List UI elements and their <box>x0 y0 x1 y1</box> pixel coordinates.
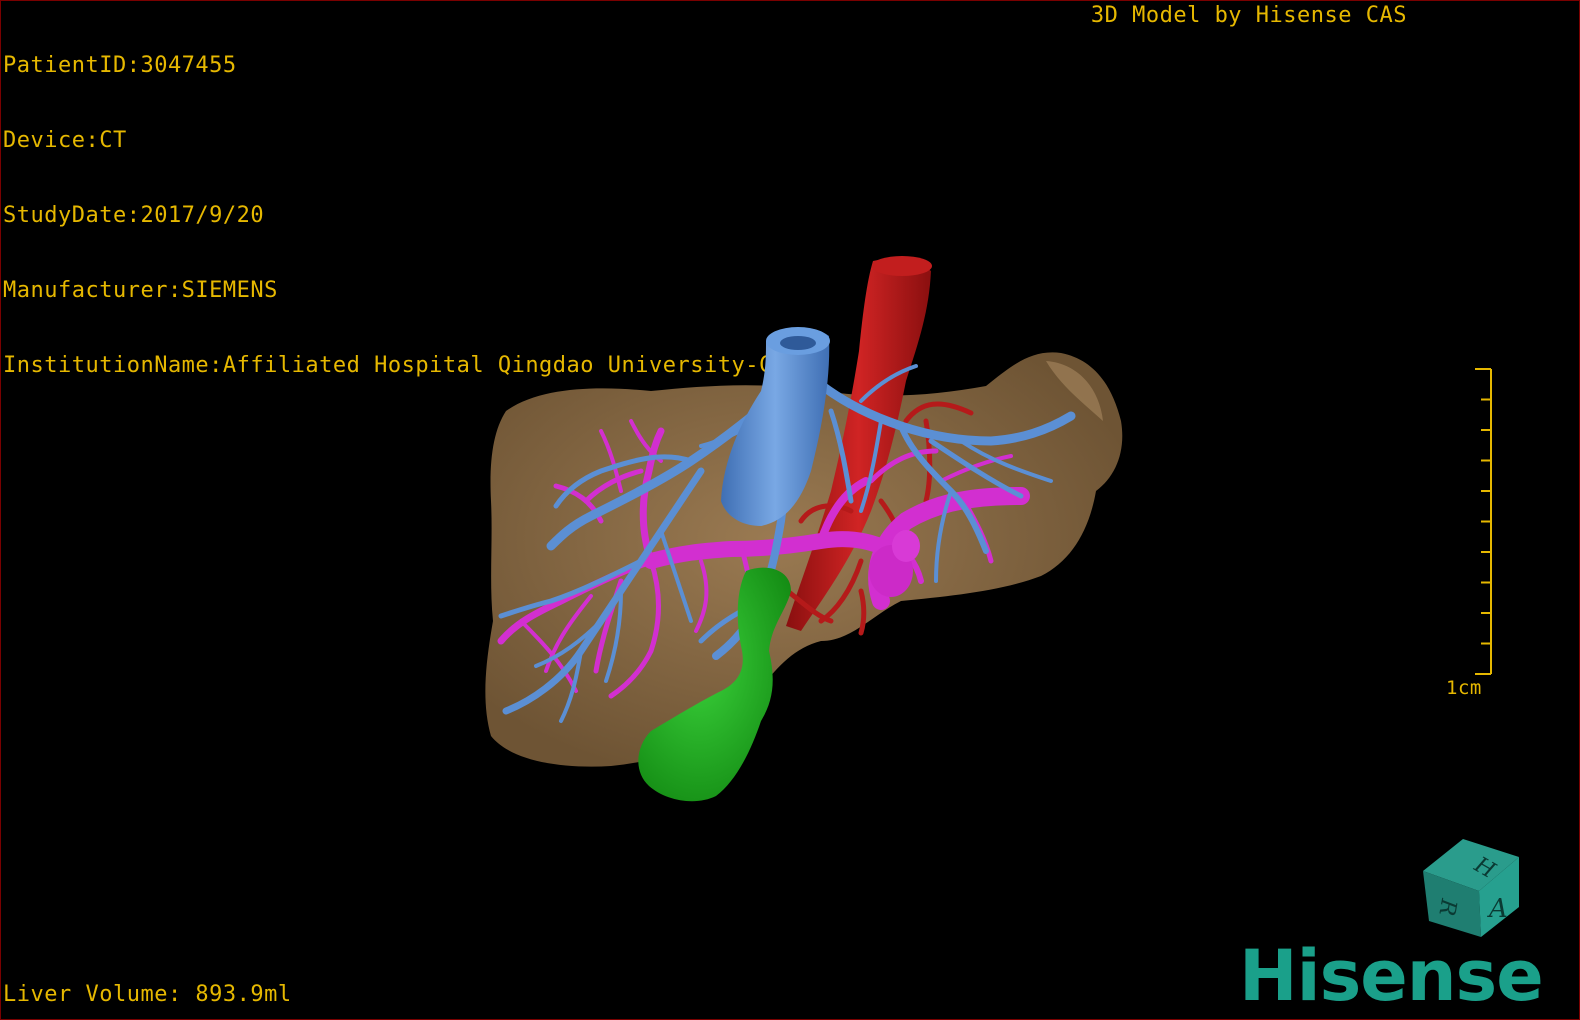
cube-face-a: A <box>1487 894 1508 924</box>
liver-3d-model[interactable]: H R A <box>1 1 1580 1020</box>
liver-volume: Liver Volume: 893.9ml <box>3 982 292 1007</box>
hisense-logo: Hisense <box>1239 935 1544 1017</box>
3d-viewport[interactable]: PatientID:3047455 Device:CT StudyDate:20… <box>0 0 1580 1020</box>
scale-bar-label: 1cm <box>1446 677 1482 699</box>
scale-bar <box>1475 368 1492 675</box>
orientation-cube-icon[interactable]: H R A <box>1423 839 1519 937</box>
